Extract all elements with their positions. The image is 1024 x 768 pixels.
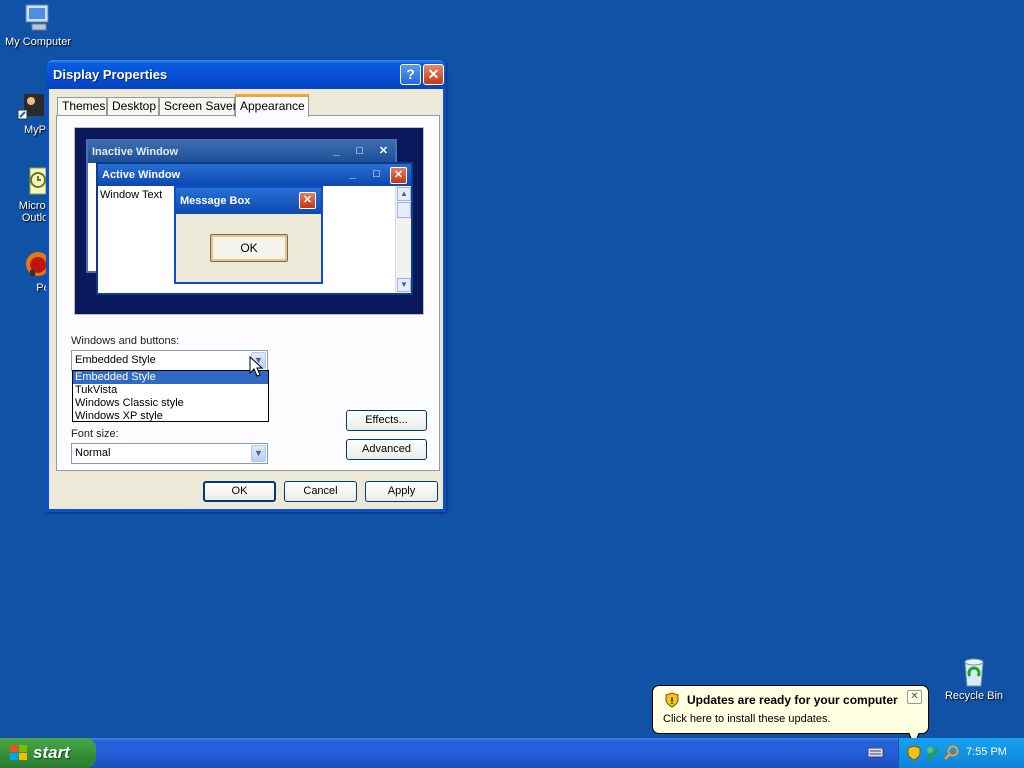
combo-value: Normal — [75, 447, 111, 459]
tab-appearance[interactable]: Appearance — [235, 94, 309, 117]
maximize-icon: □ — [356, 145, 363, 157]
window-title: Display Properties — [53, 67, 168, 82]
desktop-icon-my-computer[interactable]: My Computer — [0, 2, 76, 48]
minimize-icon: _ — [349, 168, 356, 180]
desktop-icon-label: Recycle Bin — [944, 690, 1004, 702]
dropdown-option-windows-classic[interactable]: Windows Classic style — [73, 397, 268, 410]
windows-and-buttons-label: Windows and buttons: — [71, 335, 180, 347]
dropdown-option-tukvista[interactable]: TukVista — [73, 384, 268, 397]
style-dropdown-list: Embedded Style TukVista Windows Classic … — [72, 370, 269, 422]
desktop-icon-label: My Computer — [4, 36, 72, 48]
windows-flag-icon — [10, 745, 27, 760]
windows-and-buttons-combo[interactable]: Embedded Style ▼ — [71, 350, 268, 371]
close-icon: ✕ — [299, 192, 316, 209]
mouse-cursor-icon — [249, 356, 263, 377]
keyboard-icon[interactable] — [868, 748, 884, 758]
svg-text:!: ! — [671, 696, 674, 706]
balloon-text: Click here to install these updates. — [663, 713, 831, 725]
search-icon[interactable] — [944, 745, 960, 761]
title-bar[interactable]: Display Properties ? ✕ — [46, 60, 446, 89]
start-button[interactable]: start — [0, 738, 96, 768]
preview-ok-button: OK — [210, 234, 288, 262]
taskbar: start 7:55 PM — [0, 738, 1024, 768]
dropdown-option-embedded-style[interactable]: Embedded Style — [73, 371, 268, 384]
scroll-thumb — [397, 202, 411, 218]
preview-scrollbar: ▲ ▼ — [395, 186, 411, 293]
system-tray: 7:55 PM — [898, 738, 1024, 768]
close-icon: ✕ — [390, 167, 407, 184]
balloon-title: Updates are ready for your computer — [687, 693, 898, 707]
user-icon — [16, 90, 48, 122]
appearance-preview: Inactive Window _ □ ✕ Active Window _ □ … — [74, 127, 424, 315]
tab-screen-saver[interactable]: Screen Saver — [159, 97, 237, 116]
shield-icon: ! — [665, 692, 679, 708]
dropdown-option-windows-xp[interactable]: Windows XP style — [73, 410, 268, 423]
outlook-icon — [16, 166, 48, 198]
desktop-icon-recycle-bin[interactable]: Recycle Bin — [936, 656, 1012, 702]
scroll-down-icon: ▼ — [397, 278, 411, 292]
preview-message-box: Message Box ✕ OK — [174, 186, 323, 284]
tab-desktop[interactable]: Desktop — [107, 97, 159, 116]
start-label: start — [33, 743, 70, 762]
minimize-icon: _ — [333, 145, 340, 157]
display-properties-window: Display Properties ? ✕ Themes Desktop Sc… — [46, 60, 446, 512]
clock[interactable]: 7:55 PM — [966, 746, 1007, 758]
appearance-panel: Inactive Window _ □ ✕ Active Window _ □ … — [56, 115, 440, 471]
chevron-down-icon[interactable]: ▼ — [251, 445, 266, 462]
ok-button[interactable]: OK — [203, 481, 276, 502]
help-button[interactable]: ? — [400, 64, 421, 85]
computer-icon — [22, 2, 54, 34]
font-size-label: Font size: — [71, 428, 119, 440]
font-size-combo[interactable]: Normal ▼ — [71, 443, 268, 464]
game-icon — [16, 248, 50, 280]
scroll-up-icon: ▲ — [397, 187, 411, 201]
effects-button[interactable]: Effects... — [346, 410, 427, 431]
cancel-button[interactable]: Cancel — [284, 481, 357, 502]
preview-window-text: Window Text — [100, 189, 163, 201]
balloon-close-button[interactable]: ✕ — [907, 690, 922, 704]
recycle-bin-icon — [958, 656, 990, 688]
security-shield-icon[interactable] — [907, 745, 921, 761]
close-icon: ✕ — [378, 145, 389, 157]
tab-themes[interactable]: Themes — [57, 97, 107, 116]
update-notification-balloon[interactable]: ! Updates are ready for your computer Cl… — [652, 685, 929, 747]
advanced-button[interactable]: Advanced — [346, 439, 427, 460]
combo-value: Embedded Style — [75, 354, 156, 366]
network-icon[interactable] — [926, 745, 940, 761]
preview-active-title: Active Window — [98, 164, 411, 186]
preview-inactive-title: Inactive Window — [88, 141, 395, 163]
apply-button[interactable]: Apply — [365, 481, 438, 502]
maximize-icon: □ — [373, 168, 380, 180]
close-button[interactable]: ✕ — [423, 64, 444, 85]
